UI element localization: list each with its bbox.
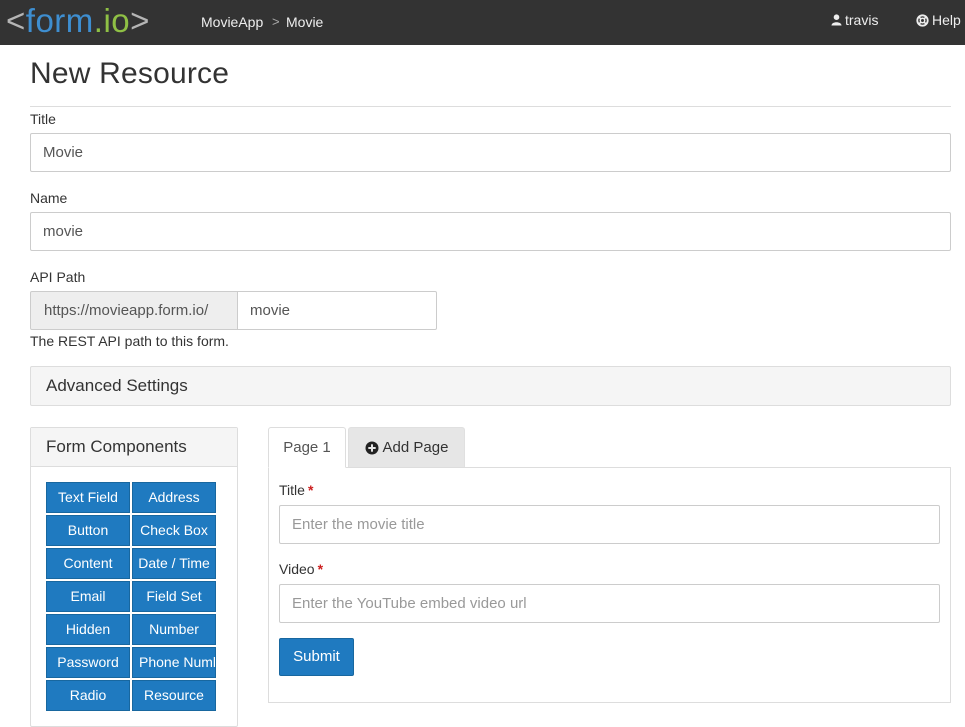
component-phone-number[interactable]: Phone Number (132, 647, 216, 678)
component-number[interactable]: Number (132, 614, 216, 645)
logo-form-text: form (25, 2, 94, 39)
name-input[interactable]: movie (30, 212, 951, 251)
preview-title-label-text: Title (279, 482, 305, 498)
api-path-prefix: https://movieapp.form.io/ (30, 291, 238, 330)
component-text-field[interactable]: Text Field (46, 482, 130, 513)
component-radio[interactable]: Radio (46, 680, 130, 711)
advanced-settings-panel[interactable]: Advanced Settings (30, 366, 951, 406)
user-icon (831, 14, 842, 26)
add-page-label: Add Page (382, 438, 449, 456)
preview-video-label-text: Video (279, 561, 315, 577)
breadcrumb-project-link[interactable]: MovieApp (201, 14, 263, 30)
help-link[interactable]: Help (916, 12, 961, 28)
api-path-label: API Path (30, 269, 86, 285)
component-password[interactable]: Password (46, 647, 130, 678)
top-navbar: <form.io> MovieApp > Movie travis Help (0, 0, 965, 45)
add-page-tab[interactable]: Add Page (348, 427, 465, 468)
formio-logo[interactable]: <form.io> (6, 2, 150, 40)
component-check-box[interactable]: Check Box (132, 515, 216, 546)
required-marker: * (317, 561, 324, 577)
title-label: Title (30, 111, 56, 127)
component-field-set[interactable]: Field Set (132, 581, 216, 612)
title-input[interactable]: Movie (30, 133, 951, 172)
component-button[interactable]: Button (46, 515, 130, 546)
submit-button[interactable]: Submit (279, 638, 354, 676)
component-address[interactable]: Address (132, 482, 216, 513)
component-content[interactable]: Content (46, 548, 130, 579)
component-email[interactable]: Email (46, 581, 130, 612)
breadcrumb-current[interactable]: Movie (286, 14, 323, 30)
lifebuoy-icon (916, 13, 929, 27)
logo-bracket-open: < (6, 2, 26, 39)
breadcrumb-separator: > (272, 14, 280, 29)
preview-title-input[interactable]: Enter the movie title (279, 505, 940, 544)
page-title: New Resource (30, 57, 230, 90)
name-label: Name (30, 190, 68, 206)
api-path-help: The REST API path to this form. (30, 333, 229, 349)
user-name: travis (845, 12, 879, 28)
logo-bracket-close: > (130, 2, 150, 39)
help-label: Help (932, 12, 961, 28)
component-resource[interactable]: Resource (132, 680, 216, 711)
component-hidden[interactable]: Hidden (46, 614, 130, 645)
logo-io-text: io (103, 2, 131, 39)
preview-video-label: Video * (279, 561, 323, 577)
component-date-time[interactable]: Date / Time (132, 548, 216, 579)
required-marker: * (307, 482, 314, 498)
form-components-heading[interactable]: Form Components (31, 428, 237, 467)
preview-title-label: Title * (279, 482, 313, 498)
user-menu[interactable]: travis (831, 12, 878, 28)
logo-dot: . (93, 2, 104, 39)
tab-page-1[interactable]: Page 1 (268, 427, 346, 468)
title-divider (30, 106, 951, 107)
plus-circle-icon (365, 441, 379, 454)
preview-video-input[interactable]: Enter the YouTube embed video url (279, 584, 940, 623)
api-path-input[interactable]: movie (237, 291, 437, 330)
